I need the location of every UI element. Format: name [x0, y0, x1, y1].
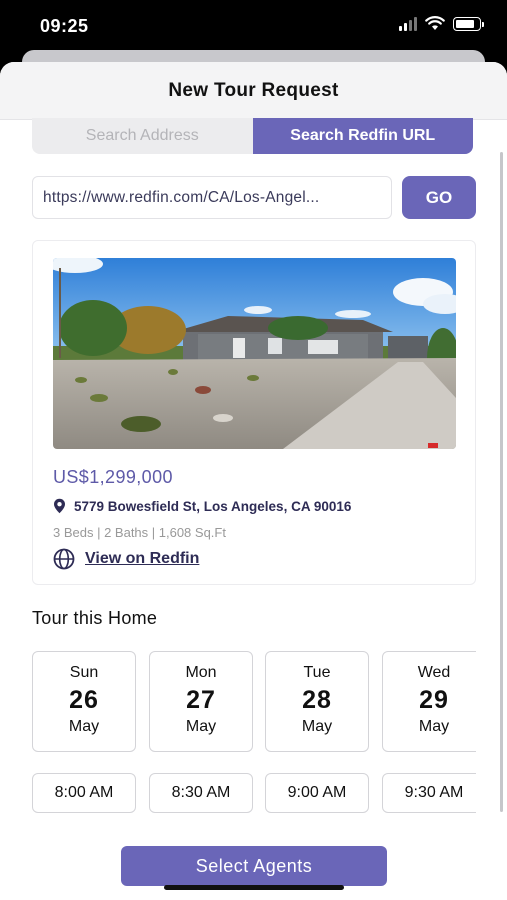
date-option[interactable]: Wed 29 May: [382, 651, 476, 752]
date-day: 26: [69, 686, 99, 714]
status-bar: 09:25: [0, 0, 507, 52]
date-day: 28: [302, 686, 332, 714]
sheet-header: New Tour Request: [0, 62, 507, 120]
date-picker-strip[interactable]: Sun 26 May Mon 27 May Tue 28 May Wed 29 …: [32, 651, 476, 753]
select-agents-button[interactable]: Select Agents: [121, 846, 387, 886]
wifi-icon: [425, 16, 445, 30]
date-weekday: Tue: [303, 664, 331, 681]
date-weekday: Mon: [185, 664, 217, 681]
location-pin-icon: [54, 498, 65, 514]
cellular-signal-icon: [399, 16, 417, 31]
view-on-redfin-row[interactable]: View on Redfin: [53, 548, 199, 570]
time-option[interactable]: 8:00 AM: [32, 773, 136, 813]
date-option[interactable]: Tue 28 May: [265, 651, 369, 752]
listing-address: 5779 Bowesfield St, Los Angeles, CA 9001…: [74, 498, 352, 514]
tab-search-redfin-url[interactable]: Search Redfin URL: [252, 118, 473, 154]
go-button[interactable]: GO: [402, 176, 476, 219]
time-option[interactable]: 8:30 AM: [149, 773, 253, 813]
address-row: 5779 Bowesfield St, Los Angeles, CA 9001…: [53, 498, 351, 514]
date-weekday: Sun: [69, 664, 99, 681]
date-month: May: [185, 718, 217, 735]
house-exterior-photo: [53, 258, 456, 449]
tour-request-sheet: New Tour Request Search Address Search R…: [0, 62, 507, 900]
time-option[interactable]: 9:30 AM: [382, 773, 476, 813]
date-day: 29: [419, 686, 449, 714]
redfin-url-input[interactable]: [32, 176, 392, 219]
status-icons: [399, 16, 484, 31]
listing-price: US$1,299,000: [53, 467, 173, 487]
time-picker-strip[interactable]: 8:00 AM 8:30 AM 9:00 AM 9:30 AM: [32, 773, 476, 815]
listing-specs: 3 Beds | 2 Baths | 1,608 Sq.Ft: [53, 525, 226, 540]
home-indicator[interactable]: [164, 885, 344, 890]
date-month: May: [68, 718, 100, 735]
battery-icon: [453, 16, 484, 31]
date-day: 27: [186, 686, 216, 714]
status-time: 09:25: [40, 16, 89, 36]
view-on-redfin-link[interactable]: View on Redfin: [85, 550, 199, 568]
tour-section-title: Tour this Home: [32, 608, 158, 628]
date-month: May: [418, 718, 450, 735]
tab-search-address[interactable]: Search Address: [32, 118, 253, 154]
url-row: GO: [32, 176, 476, 219]
search-mode-toggle: Search Address Search Redfin URL: [32, 118, 473, 154]
date-month: May: [301, 718, 333, 735]
time-option[interactable]: 9:00 AM: [265, 773, 369, 813]
globe-icon: [53, 548, 75, 570]
listing-card: US$1,299,000 5779 Bowesfield St, Los Ang…: [32, 240, 476, 585]
date-option[interactable]: Sun 26 May: [32, 651, 136, 752]
page-title: New Tour Request: [168, 79, 339, 101]
date-option[interactable]: Mon 27 May: [149, 651, 253, 752]
date-weekday: Wed: [417, 664, 451, 681]
listing-photo[interactable]: [53, 258, 456, 449]
scrollbar[interactable]: [500, 152, 503, 812]
